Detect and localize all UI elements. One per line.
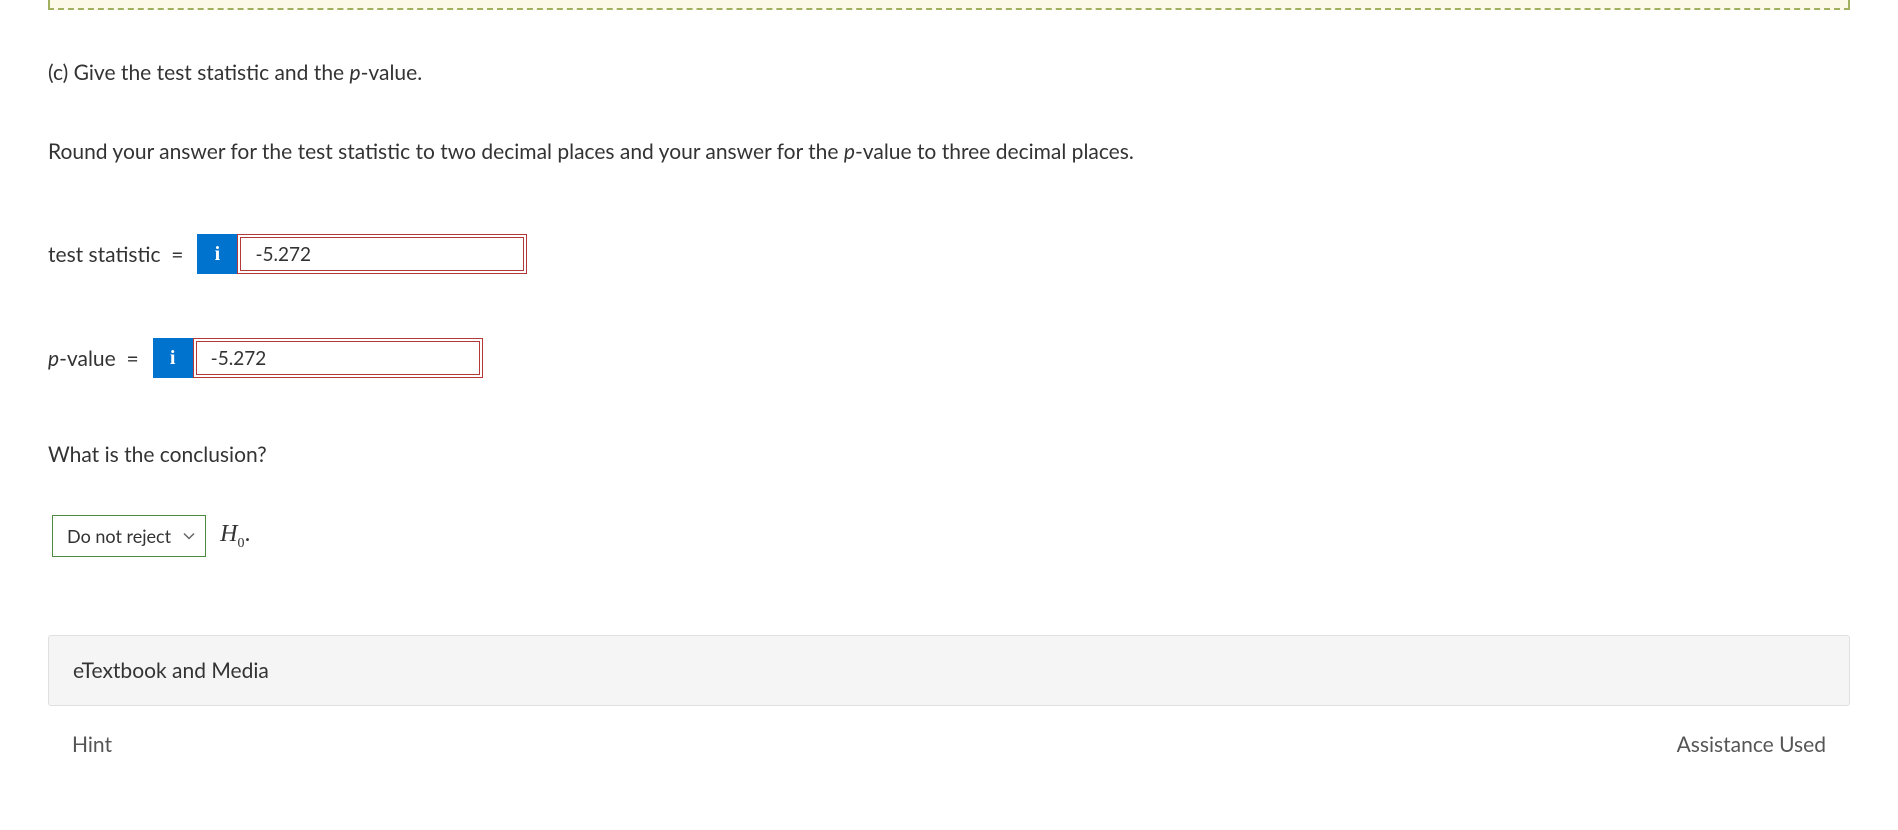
p-italic-2: p xyxy=(844,139,855,164)
test-statistic-row: test statistic = i xyxy=(48,234,1850,274)
instruction-prefix: Round your answer for the test statistic… xyxy=(48,139,844,164)
p-value-input[interactable] xyxy=(193,338,483,378)
conclusion-select[interactable]: Do not reject xyxy=(52,515,206,557)
p-value-label: p-value = xyxy=(48,346,139,371)
hint-label[interactable]: Hint xyxy=(72,732,112,757)
hint-row: Hint Assistance Used xyxy=(48,722,1850,757)
info-icon[interactable]: i xyxy=(197,234,237,274)
conclusion-select-value: Do not reject xyxy=(67,525,171,547)
question-part-c: (c) Give the test statistic and the p-va… xyxy=(48,60,1850,85)
hypothesis-h0: H0. xyxy=(220,521,250,552)
part-label-prefix: (c) Give the test statistic and the xyxy=(48,60,350,85)
etextbook-label: eTextbook and Media xyxy=(73,658,269,683)
p-italic: p xyxy=(350,60,361,85)
chevron-down-icon xyxy=(183,530,195,542)
part-label-suffix: -value. xyxy=(361,60,423,85)
p-value-row: p-value = i xyxy=(48,338,1850,378)
etextbook-media-section[interactable]: eTextbook and Media xyxy=(48,635,1850,706)
info-icon[interactable]: i xyxy=(153,338,193,378)
conclusion-question: What is the conclusion? xyxy=(48,442,1850,467)
test-statistic-input[interactable] xyxy=(237,234,527,274)
instruction-suffix: -value to three decimal places. xyxy=(855,139,1134,164)
hint-region-remnant xyxy=(48,0,1850,10)
assistance-used-label[interactable]: Assistance Used xyxy=(1677,732,1826,757)
conclusion-row: Do not reject H0. xyxy=(48,515,1850,557)
test-statistic-label: test statistic = xyxy=(48,242,183,267)
rounding-instruction: Round your answer for the test statistic… xyxy=(48,139,1850,164)
